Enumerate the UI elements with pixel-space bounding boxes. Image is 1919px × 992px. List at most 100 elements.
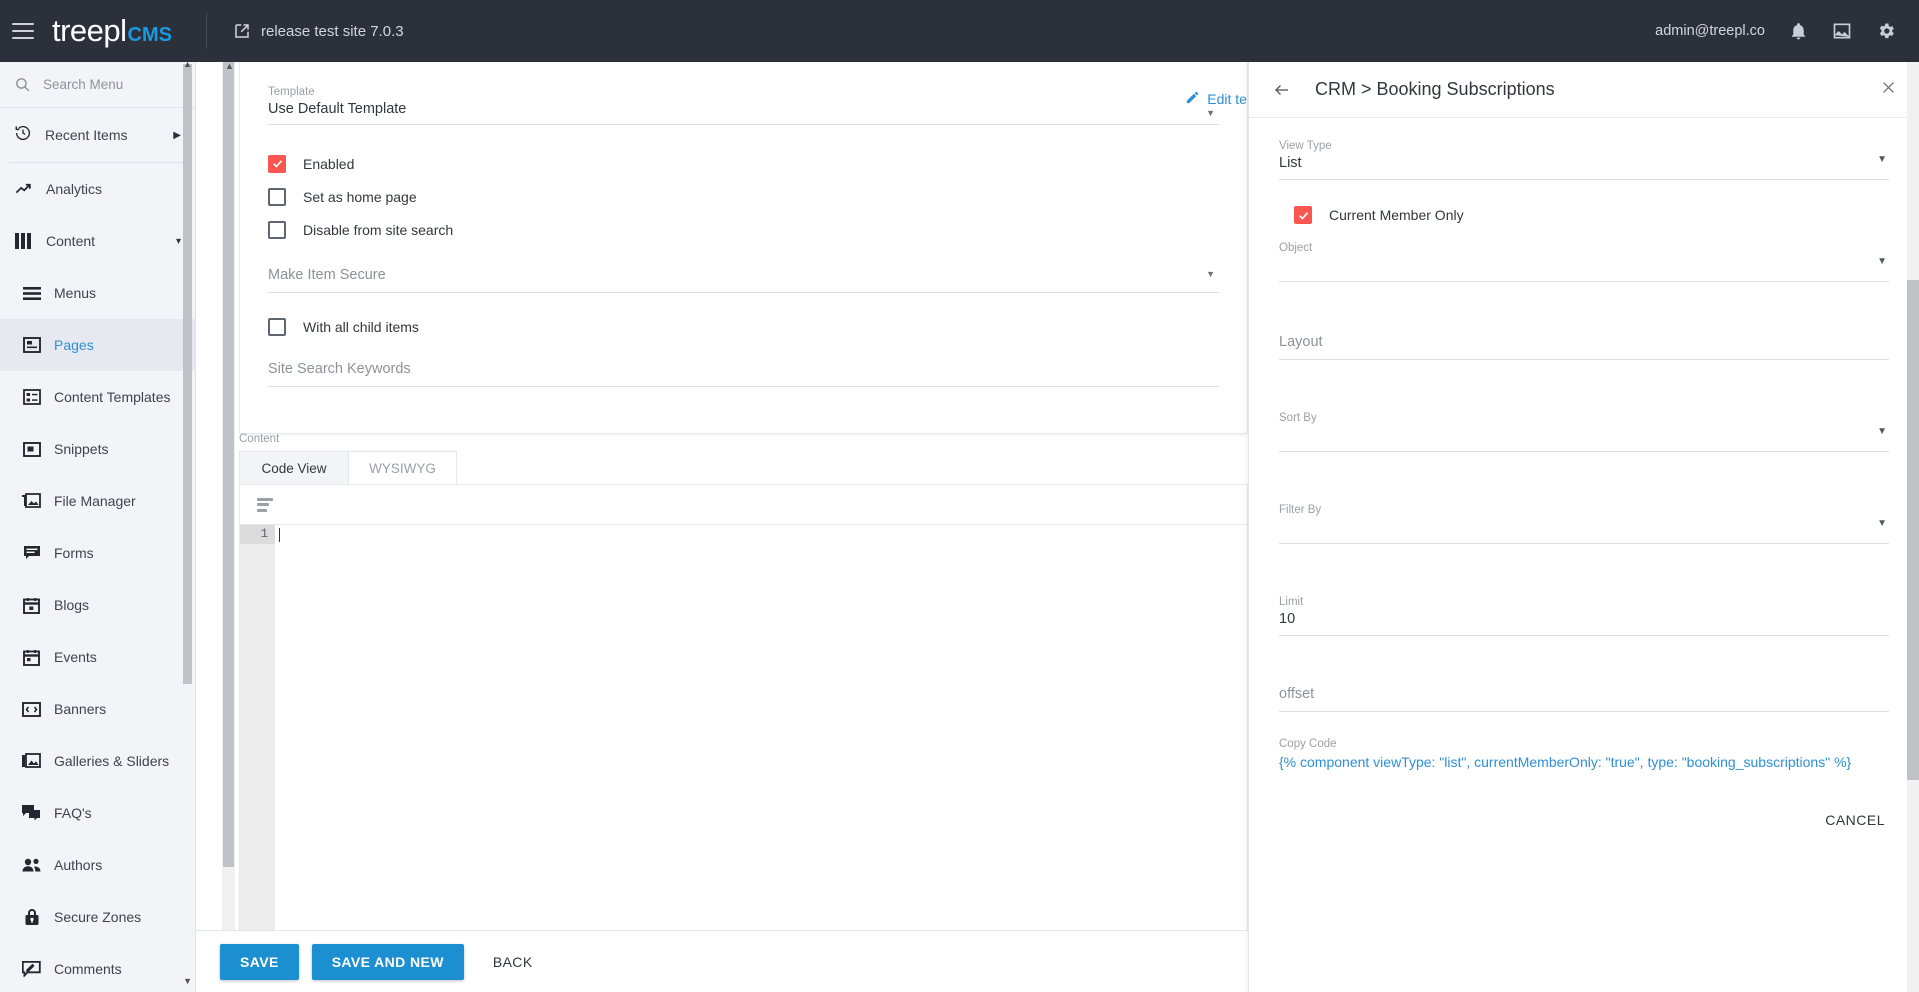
layout-field[interactable]: Layout [1279, 334, 1889, 360]
copy-code-value[interactable]: {% component viewType: "list", currentMe… [1279, 750, 1889, 770]
checkbox-disable-from-site-search[interactable] [268, 220, 286, 239]
checkbox-row-current-member-only[interactable]: Current Member Only [1294, 206, 1889, 224]
sidebar-item-blogs[interactable]: Blogs [0, 579, 195, 631]
gear-icon[interactable] [1875, 20, 1897, 42]
chevron-down-icon[interactable]: ▼ [1877, 518, 1887, 529]
sidebar-scroll-up-icon[interactable]: ▲ [183, 62, 192, 69]
sidebar-item-snippets[interactable]: Snippets [0, 423, 195, 475]
search-icon [14, 76, 31, 93]
make-item-secure-field[interactable]: Make Item Secure ▼ [268, 246, 1219, 293]
filter-by-value [1279, 516, 1889, 536]
checkbox-row-enabled[interactable]: Enabled [268, 147, 1219, 180]
code-editor[interactable]: 1 [239, 484, 1248, 961]
close-icon[interactable] [1880, 79, 1897, 100]
main-scrollbar[interactable] [223, 62, 234, 867]
checkbox-set-as-home-page[interactable] [268, 187, 286, 206]
site-link[interactable]: release test site 7.0.3 [233, 22, 404, 40]
tab-wysiwyg[interactable]: WYSIWYG [349, 451, 457, 484]
search-input[interactable] [43, 77, 163, 92]
view-type-field[interactable]: View Type List ▼ [1279, 140, 1889, 180]
sidebar-item-secure-zones[interactable]: Secure Zones [0, 891, 195, 943]
checkbox-row-with-all-child-items[interactable]: With all child items [268, 310, 1219, 343]
editor-code-area[interactable] [275, 525, 1247, 960]
tab-code-view[interactable]: Code View [239, 451, 349, 484]
checkbox-with-all-child-items[interactable] [268, 317, 286, 336]
site-search-keywords-field[interactable]: Site Search Keywords [268, 343, 1219, 387]
sidebar-item-file-manager[interactable]: File Manager [0, 475, 195, 527]
checkbox-label: Current Member Only [1329, 207, 1464, 223]
sidebar-item-label: Forms [54, 545, 94, 561]
main-content: ▲ ▼ Template Use Default Template ▼ Edit… [196, 62, 1248, 992]
image-icon[interactable] [1831, 20, 1853, 42]
arrow-left-icon[interactable] [1271, 81, 1293, 99]
back-button[interactable]: BACK [477, 944, 549, 980]
chevron-down-icon[interactable]: ▼ [1877, 256, 1887, 267]
brand-logo[interactable]: treepl CMS [52, 13, 172, 49]
sidebar-item-events[interactable]: Events [0, 631, 195, 683]
sidebar-item-label: Banners [54, 701, 107, 717]
sidebar-item-content-templates[interactable]: Content Templates [0, 371, 195, 423]
edit-template-link[interactable]: Edit template [1185, 90, 1248, 108]
external-link-icon [233, 22, 251, 40]
checkbox-label: Disable from site search [303, 221, 454, 238]
sidebar-item-recent-items[interactable]: Recent Items ▶ [0, 108, 195, 162]
site-search-keywords-label: Site Search Keywords [268, 361, 411, 377]
sidebar-item-banners[interactable]: Banners [0, 683, 195, 735]
sort-by-field[interactable]: Sort By ▼ [1279, 412, 1889, 452]
sidebar-item-faqs[interactable]: FAQ's [0, 787, 195, 839]
save-and-new-button[interactable]: SAVE AND NEW [311, 943, 464, 980]
main-scroll-up-icon[interactable]: ▲ [225, 62, 234, 71]
page-settings-card: Template Use Default Template ▼ Edit tem… [239, 62, 1248, 434]
chevron-down-icon[interactable]: ▼ [1206, 108, 1215, 118]
copy-code-label: Copy Code [1279, 738, 1337, 750]
bell-icon[interactable] [1787, 20, 1809, 42]
limit-value: 10 [1279, 611, 1296, 627]
chevron-down-icon[interactable]: ▼ [1877, 426, 1887, 437]
sidebar-item-pages[interactable]: Pages [0, 319, 195, 371]
sidebar-item-authors[interactable]: Authors [0, 839, 195, 891]
sidebar-item-label: Content [46, 233, 96, 249]
sidebar-item-forms[interactable]: Forms [0, 527, 195, 579]
view-type-label: View Type [1279, 140, 1332, 152]
sidebar-item-label: Snippets [54, 441, 109, 457]
offset-field[interactable]: offset [1279, 686, 1889, 712]
sidebar-item-comments[interactable]: Comments [0, 943, 195, 992]
panel-scrollbar[interactable] [1907, 280, 1919, 780]
sidebar-item-menus[interactable]: Menus [0, 267, 195, 319]
sidebar-item-label: Authors [54, 857, 103, 873]
sidebar-scrollbar[interactable] [183, 64, 192, 684]
sidebar-item-label: Blogs [54, 597, 90, 613]
authors-icon [22, 856, 41, 875]
copy-code-field[interactable]: Copy Code {% component viewType: "list",… [1279, 738, 1889, 770]
checkbox-current-member-only[interactable] [1294, 206, 1312, 224]
checkbox-enabled[interactable] [268, 154, 286, 173]
chevron-down-icon[interactable]: ▼ [1877, 154, 1887, 165]
field-underline [1279, 451, 1889, 452]
sidebar-search[interactable] [0, 62, 195, 108]
chevron-right-icon: ▶ [173, 129, 181, 141]
sidebar-scroll-down-icon[interactable]: ▼ [183, 977, 192, 986]
sidebar-item-content[interactable]: Content ▾ [0, 215, 195, 267]
field-underline [1279, 359, 1889, 360]
checkbox-label: With all child items [303, 318, 419, 335]
hamburger-icon[interactable] [12, 23, 34, 39]
chevron-down-icon: ▾ [175, 235, 181, 247]
checkbox-row-disable-from-site-search[interactable]: Disable from site search [268, 213, 1219, 246]
faq-icon [22, 804, 41, 823]
cancel-button[interactable]: CANCEL [1825, 812, 1885, 828]
object-field[interactable]: Object ▼ [1279, 242, 1889, 282]
form-footer: SAVE SAVE AND NEW BACK [196, 930, 1248, 992]
filter-by-field[interactable]: Filter By ▼ [1279, 504, 1889, 544]
sidebar-item-galleries-sliders[interactable]: Galleries & Sliders [0, 735, 195, 787]
save-button[interactable]: SAVE [220, 943, 299, 980]
limit-field[interactable]: Limit 10 [1279, 596, 1889, 636]
chevron-down-icon[interactable]: ▼ [1206, 269, 1215, 279]
comments-icon [22, 960, 41, 979]
sidebar-item-analytics[interactable]: Analytics [0, 163, 195, 215]
trending-up-icon [14, 180, 33, 199]
checkbox-row-set-as-home-page[interactable]: Set as home page [268, 180, 1219, 213]
content-section-label: Content [239, 433, 280, 445]
format-lines-icon[interactable] [257, 497, 275, 512]
template-field[interactable]: Template Use Default Template ▼ Edit tem… [268, 62, 1248, 125]
sidebar-item-label: Menus [54, 285, 97, 301]
